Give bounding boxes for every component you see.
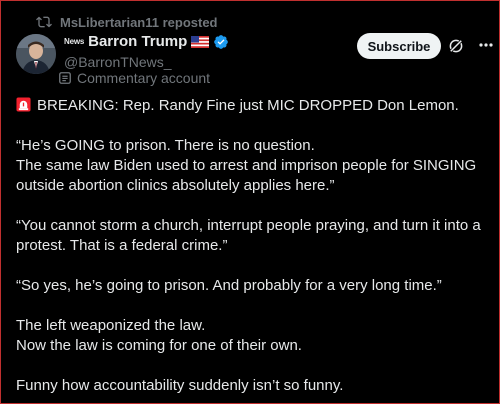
post-line: “He’s GOING to prison. There is no quest…: [16, 137, 315, 154]
subscribe-button[interactable]: Subscribe: [357, 33, 441, 59]
repost-header[interactable]: MsLibertarian11 reposted: [36, 14, 218, 30]
post-paragraph: Funny how accountability suddenly isn’t …: [16, 377, 344, 394]
commentary-text: Commentary account: [77, 70, 211, 86]
repost-text: MsLibertarian11 reposted: [60, 14, 218, 30]
post-line: BREAKING: Rep. Randy Fine just MIC DROPP…: [37, 97, 459, 114]
post-text: BREAKING: Rep. Randy Fine just MIC DROPP…: [16, 96, 490, 396]
author-handle[interactable]: @BarronTNews_: [64, 54, 172, 70]
author-name[interactable]: Barron Trump: [88, 33, 187, 50]
verified-badge-icon: [214, 34, 229, 49]
us-flag-icon: [191, 35, 210, 48]
post-paragraph: “He’s GOING to prison. There is no quest…: [16, 136, 490, 196]
post-paragraph: BREAKING: Rep. Randy Fine just MIC DROPP…: [16, 96, 490, 116]
repost-icon: [36, 16, 52, 28]
grok-icon[interactable]: [447, 37, 465, 55]
siren-icon: [16, 97, 31, 112]
avatar-image: [16, 34, 56, 74]
post-line: Now the law is coming for one of their o…: [16, 337, 302, 354]
commentary-icon: [59, 72, 71, 84]
post-line: The same law Biden used to arrest and im…: [16, 157, 477, 194]
post-paragraph: “You cannot storm a church, interrupt pe…: [16, 217, 481, 254]
post-line: The left weaponized the law.: [16, 317, 206, 334]
avatar[interactable]: [16, 34, 56, 74]
author-name-row[interactable]: News Barron Trump: [64, 33, 229, 50]
commentary-account-label[interactable]: Commentary account: [58, 70, 210, 86]
post-paragraph: “So yes, he’s going to prison. And proba…: [16, 277, 442, 294]
post-paragraph: The left weaponized the law. Now the law…: [16, 316, 490, 356]
news-tag: News: [64, 37, 85, 46]
more-options-icon[interactable]: [478, 36, 494, 54]
